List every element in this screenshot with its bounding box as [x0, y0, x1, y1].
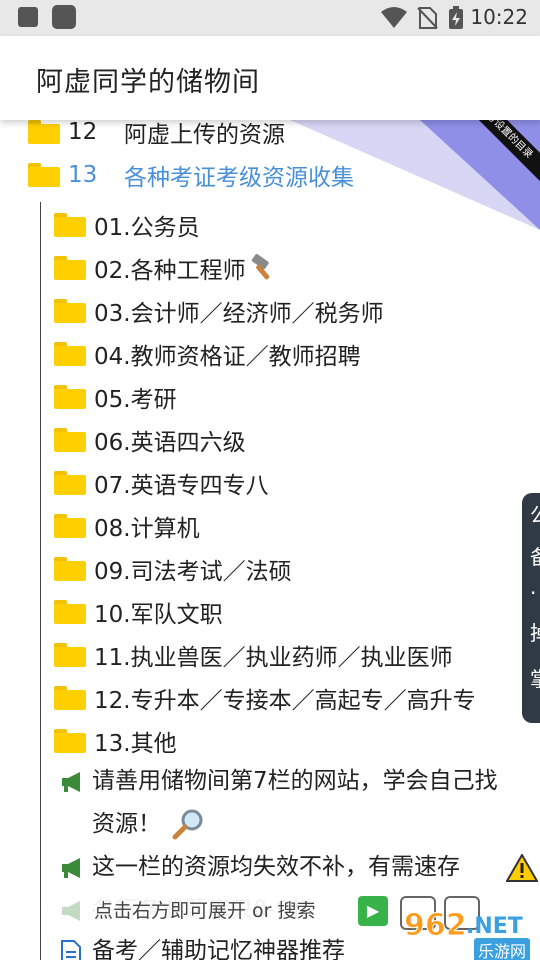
tree-guide-line: [40, 202, 41, 960]
folder-icon: [54, 213, 86, 237]
sub-item-label: 08.计算机: [94, 516, 200, 542]
side-panel-char: 掉: [530, 617, 540, 646]
folder-icon: [28, 163, 60, 187]
tree-item-number: 12: [68, 120, 98, 145]
sub-item-label: 12.专升本／专接本／高起专／高升专: [94, 688, 476, 714]
app-bar: 阿虚同学的储物间: [0, 36, 540, 120]
megaphone-icon: [62, 858, 80, 878]
folder-icon: [28, 120, 60, 144]
note-website-tip-line2: 资源！: [92, 811, 161, 837]
folder-icon: [54, 299, 86, 323]
note-memory-tools[interactable]: 备考／辅助记忆神器推荐: [92, 930, 345, 960]
sub-item-tem[interactable]: 07.英语专四专八: [54, 466, 269, 500]
notification-icon: [18, 7, 38, 27]
content-area[interactable]: 号设置的目录 12 阿虚上传的资源 13 各种考证考级资源收集 01.公务员 0…: [0, 120, 540, 960]
tree-item-number: 13: [68, 162, 98, 188]
no-sim-icon: [417, 7, 438, 29]
status-bar: 10:22: [0, 0, 540, 36]
watermark-logo: 962 .NET 乐游网: [400, 908, 540, 960]
search-expand-bar[interactable]: 点击右方即可展开 or 搜索: [60, 892, 400, 926]
sub-item-label: 02.各种工程师: [94, 258, 246, 284]
search-hint: 点击右方即可展开 or 搜索: [94, 896, 316, 923]
sub-item-upgrade[interactable]: 12.专升本／专接本／高起专／高升专: [54, 681, 476, 715]
folder-icon: [54, 342, 86, 366]
folder-icon: [54, 428, 86, 452]
warning-icon: [506, 854, 538, 882]
sub-item-postgraduate[interactable]: 05.考研: [54, 380, 177, 414]
sub-item-label: 13.其他: [94, 731, 177, 757]
folder-icon: [54, 729, 86, 753]
folder-icon: [54, 471, 86, 495]
sub-item-military[interactable]: 10.军队文职: [54, 595, 223, 629]
sub-item-civil-servant[interactable]: 01.公务员: [54, 208, 200, 242]
pointer-icon[interactable]: ▶: [358, 896, 388, 926]
note-expired-warning: 这一栏的资源均失效不补，有需速存: [92, 854, 460, 880]
side-panel-char: 公: [530, 499, 540, 528]
wifi-icon: [381, 7, 407, 28]
sub-item-judicial[interactable]: 09.司法考试／法硕: [54, 552, 292, 586]
note-website-tip-line1: 请善用储物间第7栏的网站，学会自己找: [92, 768, 498, 794]
sub-item-label: 01.公务员: [94, 215, 200, 241]
sub-item-label: 09.司法考试／法硕: [94, 559, 292, 585]
folder-icon: [54, 256, 86, 280]
battery-charging-icon: [449, 6, 463, 29]
folder-icon: [54, 643, 86, 667]
sub-item-other[interactable]: 13.其他: [54, 724, 177, 758]
app-notification-icon: [52, 5, 76, 29]
side-panel-char: 备: [530, 541, 540, 570]
sub-item-label: 03.会计师／经济师／税务师: [94, 301, 384, 327]
sub-item-label: 07.英语专四专八: [94, 473, 269, 499]
sub-item-teacher[interactable]: 04.教师资格证／教师招聘: [54, 337, 361, 371]
folder-icon: [54, 557, 86, 581]
megaphone-icon: [62, 772, 80, 792]
tree-item-13[interactable]: 13 各种考证考级资源收集: [28, 158, 354, 192]
watermark-site-name: 乐游网: [474, 938, 531, 960]
tree-item-12[interactable]: 12 阿虚上传的资源: [28, 120, 285, 149]
hammer-icon: [251, 254, 269, 280]
sub-item-cet[interactable]: 06.英语四六级: [54, 423, 246, 457]
folder-icon: [54, 385, 86, 409]
sub-item-computer[interactable]: 08.计算机: [54, 509, 200, 543]
watermark-net: .NET: [466, 914, 523, 939]
side-panel-char: ·: [530, 581, 537, 605]
document-icon: [61, 940, 81, 960]
page-title: 阿虚同学的储物间: [36, 67, 260, 98]
tree-item-label: 各种考证考级资源收集: [124, 165, 354, 191]
sub-item-engineer[interactable]: 02.各种工程师: [54, 251, 278, 285]
side-panel-char: 掌: [530, 663, 540, 692]
sub-item-medical[interactable]: 11.执业兽医／执业药师／执业医师: [54, 638, 453, 672]
sub-item-label: 04.教师资格证／教师招聘: [94, 344, 361, 370]
tree-item-label: 阿虚上传的资源: [124, 122, 285, 148]
sub-item-accountant[interactable]: 03.会计师／经济师／税务师: [54, 294, 384, 328]
watermark-number: 962: [404, 908, 468, 944]
folder-icon: [54, 686, 86, 710]
folder-icon: [54, 514, 86, 538]
sub-item-label: 11.执业兽医／执业药师／执业医师: [94, 645, 453, 671]
sub-item-label: 06.英语四六级: [94, 430, 246, 456]
folder-icon: [54, 600, 86, 624]
magnifier-icon: [172, 809, 203, 840]
status-time: 10:22: [470, 5, 528, 29]
side-floating-panel[interactable]: 公 备 · 掉 掌: [522, 493, 540, 723]
sub-item-label: 05.考研: [94, 387, 177, 413]
sub-item-label: 10.军队文职: [94, 602, 223, 628]
